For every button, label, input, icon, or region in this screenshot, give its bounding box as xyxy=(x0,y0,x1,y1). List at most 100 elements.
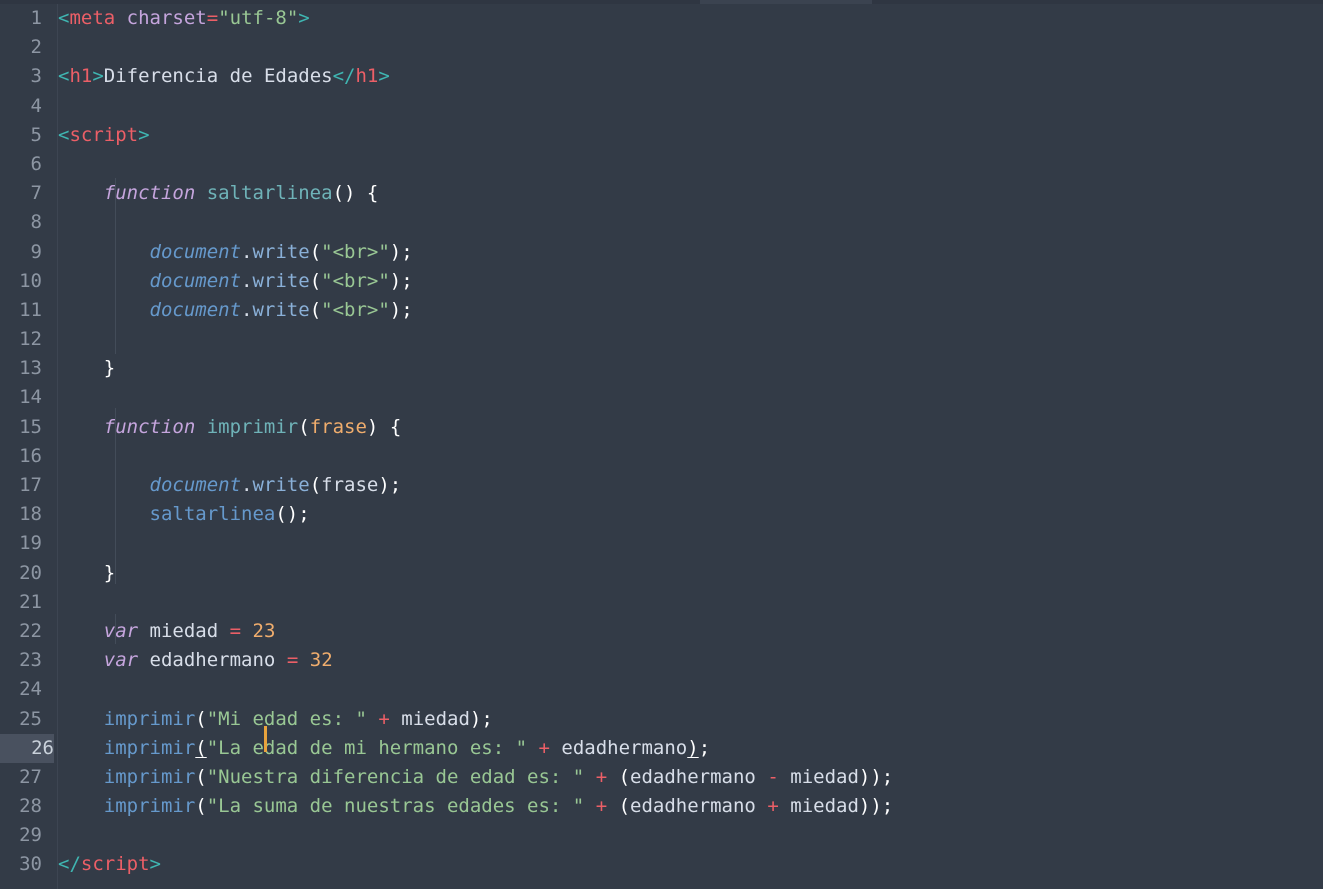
code-line[interactable]: 4 xyxy=(0,92,1323,121)
code-line[interactable]: 20 } xyxy=(0,559,1323,588)
code-token: < xyxy=(58,853,70,876)
code-token: imprimir xyxy=(103,795,196,818)
code-line[interactable]: 6 xyxy=(0,150,1323,179)
line-number[interactable]: 20 xyxy=(0,559,42,588)
code-line[interactable]: 28 imprimir("La suma de nuestras edades … xyxy=(0,792,1323,821)
code-line[interactable]: 17 document.write(frase); xyxy=(0,471,1323,500)
line-number[interactable]: 27 xyxy=(0,763,42,792)
code-line[interactable]: 29 xyxy=(0,821,1323,850)
code-line[interactable]: 12 xyxy=(0,325,1323,354)
code-line[interactable]: 25 imprimir("Mi edad es: " + miedad); xyxy=(0,705,1323,734)
code-surface[interactable]: 1 <meta charset="utf-8"> 2 3 <h1>Diferencia … xyxy=(0,4,1323,889)
line-content[interactable]: imprimir("Mi edad es: " + miedad); xyxy=(58,705,493,734)
code-line[interactable]: 3 <h1>Diferencia de Edades</h1> xyxy=(0,62,1323,91)
line-number[interactable]: 3 xyxy=(0,62,42,91)
code-line[interactable]: 14 xyxy=(0,383,1323,412)
code-line[interactable]: 19 xyxy=(0,529,1323,558)
line-number[interactable]: 24 xyxy=(0,675,42,704)
code-line[interactable]: 18 saltarlinea(); xyxy=(0,500,1323,529)
line-number[interactable]: 16 xyxy=(0,442,42,471)
line-number[interactable]: 11 xyxy=(0,296,42,325)
code-line[interactable]: 11 document.write("<br>"); xyxy=(0,296,1323,325)
line-number[interactable]: 25 xyxy=(0,705,42,734)
line-number[interactable]: 26 xyxy=(0,733,54,763)
line-number[interactable]: 17 xyxy=(0,471,42,500)
code-line[interactable]: 2 xyxy=(0,33,1323,62)
line-content[interactable]: imprimir("La edad de mi hermano es: " + … xyxy=(58,734,710,763)
code-token: ( xyxy=(618,795,631,818)
line-number[interactable]: 21 xyxy=(0,588,42,617)
code-token: 23 xyxy=(252,619,276,642)
line-content[interactable]: function saltarlinea() { xyxy=(58,179,379,208)
code-token: miedad xyxy=(790,765,859,788)
code-line[interactable]: 9 document.write("<br>"); xyxy=(0,238,1323,267)
line-content[interactable]: saltarlinea(); xyxy=(58,500,310,529)
line-number[interactable]: 7 xyxy=(0,179,42,208)
line-content[interactable]: } xyxy=(58,354,115,383)
code-line[interactable]: 27 imprimir("Nuestra diferencia de edad … xyxy=(0,763,1323,792)
line-content[interactable]: <script> xyxy=(58,121,150,150)
code-line[interactable]: 21 xyxy=(0,588,1323,617)
line-number[interactable]: 30 xyxy=(0,850,42,879)
line-number[interactable]: 12 xyxy=(0,325,42,354)
line-number[interactable]: 14 xyxy=(0,383,42,412)
line-number[interactable]: 5 xyxy=(0,121,42,150)
code-line[interactable]: 30 </script> xyxy=(0,850,1323,879)
line-number[interactable]: 2 xyxy=(0,33,42,62)
code-line[interactable]: 26 imprimir("La edad de mi hermano es: "… xyxy=(0,733,1323,763)
code-token: () xyxy=(332,182,356,205)
line-number[interactable]: 29 xyxy=(0,821,42,850)
line-number[interactable]: 13 xyxy=(0,354,42,383)
code-token: ) xyxy=(389,240,402,263)
line-content[interactable]: function imprimir(frase) { xyxy=(58,413,402,442)
code-editor[interactable]: 1 <meta charset="utf-8"> 2 3 <h1>Diferencia … xyxy=(0,0,1323,889)
line-content[interactable]: document.write("<br>"); xyxy=(58,296,413,325)
code-token: > xyxy=(149,853,161,876)
code-line[interactable]: 1 <meta charset="utf-8"> xyxy=(0,4,1323,33)
line-number[interactable]: 23 xyxy=(0,646,42,675)
line-number[interactable]: 10 xyxy=(0,267,42,296)
code-token: = xyxy=(229,619,242,642)
line-number[interactable]: 1 xyxy=(0,4,42,33)
line-content[interactable]: </script> xyxy=(58,850,161,879)
code-line[interactable]: 16 xyxy=(0,442,1323,471)
code-line[interactable]: 10 document.write("<br>"); xyxy=(0,267,1323,296)
code-line[interactable]: 5 <script> xyxy=(0,121,1323,150)
line-number[interactable]: 9 xyxy=(0,238,42,267)
line-number[interactable]: 22 xyxy=(0,617,42,646)
line-content[interactable]: <meta charset="utf-8"> xyxy=(58,4,310,33)
line-number[interactable]: 19 xyxy=(0,529,42,558)
code-line[interactable]: 22 var miedad = 23 xyxy=(0,617,1323,646)
line-content[interactable]: var miedad = 23 xyxy=(58,617,276,646)
code-line[interactable]: 24 xyxy=(0,675,1323,704)
line-number[interactable]: 4 xyxy=(0,92,42,121)
code-line[interactable]: 15 function imprimir(frase) { xyxy=(0,413,1323,442)
line-number[interactable]: 15 xyxy=(0,413,42,442)
code-token: write xyxy=(252,240,310,263)
code-token: document xyxy=(149,240,242,263)
line-content[interactable]: var edadhermano = 32 xyxy=(58,646,333,675)
code-line[interactable]: 23 var edadhermano = 32 xyxy=(0,646,1323,675)
line-number[interactable]: 8 xyxy=(0,208,42,237)
line-content[interactable]: document.write("<br>"); xyxy=(58,238,413,267)
line-content[interactable]: } xyxy=(58,559,115,588)
code-line[interactable]: 8 xyxy=(0,208,1323,237)
line-number[interactable]: 18 xyxy=(0,500,42,529)
code-token: + xyxy=(767,795,779,818)
indent-guide xyxy=(115,408,116,584)
code-token: edadhermano xyxy=(630,765,756,788)
line-content[interactable]: <h1>Diferencia de Edades</h1> xyxy=(58,62,390,91)
line-content[interactable]: imprimir("La suma de nuestras edades es:… xyxy=(58,792,893,821)
code-lines[interactable]: 1 <meta charset="utf-8"> 2 3 <h1>Diferencia … xyxy=(0,4,1323,880)
line-number[interactable]: 28 xyxy=(0,792,42,821)
line-content[interactable]: document.write("<br>"); xyxy=(58,267,413,296)
code-line[interactable]: 13 } xyxy=(0,354,1323,383)
line-number[interactable]: 6 xyxy=(0,150,42,179)
line-content[interactable]: document.write(frase); xyxy=(58,471,402,500)
line-content[interactable]: imprimir("Nuestra diferencia de edad es:… xyxy=(58,763,893,792)
code-line[interactable]: 7 function saltarlinea() { xyxy=(0,179,1323,208)
